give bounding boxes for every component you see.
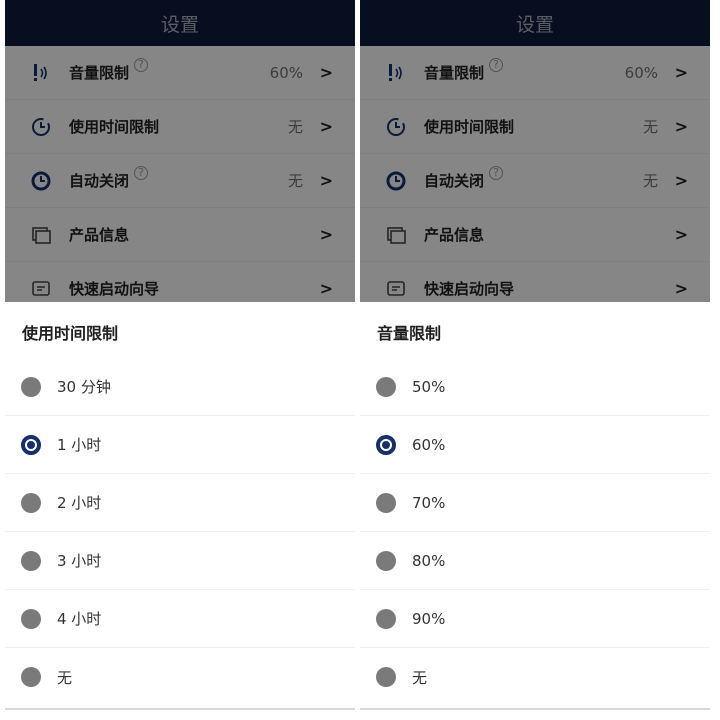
modal-overlay[interactable] bbox=[5, 0, 355, 302]
option-label: 3 小时 bbox=[57, 552, 102, 570]
option-label: 无 bbox=[412, 668, 428, 687]
radio-button[interactable] bbox=[376, 608, 396, 629]
option-row[interactable]: 70% bbox=[360, 474, 710, 532]
option-row[interactable]: 3 小时 bbox=[5, 532, 355, 590]
radio-button[interactable] bbox=[376, 667, 396, 687]
option-label: 无 bbox=[57, 668, 73, 687]
option-label: 80% bbox=[412, 551, 446, 570]
sheet-title: 音量限制 bbox=[377, 324, 442, 343]
sheet-title: 使用时间限制 bbox=[22, 324, 119, 343]
option-row[interactable]: 90% bbox=[360, 590, 710, 648]
option-row[interactable]: 4 小时 bbox=[5, 590, 355, 648]
radio-button[interactable] bbox=[21, 376, 41, 397]
option-row[interactable]: 30 分钟 bbox=[5, 358, 355, 416]
option-label: 2 小时 bbox=[57, 494, 102, 512]
time-limit-sheet: 使用时间限制 30 分钟 1 小时 2 小时 3 小时 4 小时 无 bbox=[5, 302, 355, 710]
option-label: 4 小时 bbox=[57, 610, 102, 628]
option-row[interactable]: 2 小时 bbox=[5, 474, 355, 532]
divider bbox=[5, 708, 355, 710]
option-row[interactable]: 无 bbox=[360, 648, 710, 706]
divider bbox=[360, 708, 710, 710]
radio-button[interactable] bbox=[376, 550, 396, 571]
radio-button-selected[interactable] bbox=[376, 434, 396, 455]
radio-button[interactable] bbox=[21, 550, 41, 571]
radio-button[interactable] bbox=[376, 492, 396, 513]
option-row[interactable]: 50% bbox=[360, 358, 710, 416]
screen-time-limit: 设置 音量限制 ? 60% > 使用时间限制 无 > 自动关闭 ? 无 > 产品… bbox=[5, 0, 355, 710]
option-row[interactable]: 无 bbox=[5, 648, 355, 706]
option-label: 90% bbox=[412, 609, 446, 628]
option-label: 60% bbox=[412, 435, 446, 454]
option-label: 70% bbox=[412, 493, 446, 512]
radio-button[interactable] bbox=[21, 667, 41, 687]
volume-limit-sheet: 音量限制 50% 60% 70% 80% 90% 无 bbox=[360, 302, 710, 710]
option-row[interactable]: 60% bbox=[360, 416, 710, 474]
radio-button-selected[interactable] bbox=[21, 434, 41, 455]
option-row[interactable]: 1 小时 bbox=[5, 416, 355, 474]
option-row[interactable]: 80% bbox=[360, 532, 710, 590]
screen-volume-limit: 设置 音量限制 ? 60% > 使用时间限制 无 > 自动关闭 ? 无 > 产品… bbox=[360, 0, 710, 710]
modal-overlay[interactable] bbox=[360, 0, 710, 302]
radio-button[interactable] bbox=[21, 608, 41, 629]
radio-button[interactable] bbox=[376, 376, 396, 397]
option-label: 30 分钟 bbox=[57, 378, 111, 396]
radio-button[interactable] bbox=[21, 492, 41, 513]
option-label: 50% bbox=[412, 377, 446, 396]
option-label: 1 小时 bbox=[57, 436, 102, 454]
